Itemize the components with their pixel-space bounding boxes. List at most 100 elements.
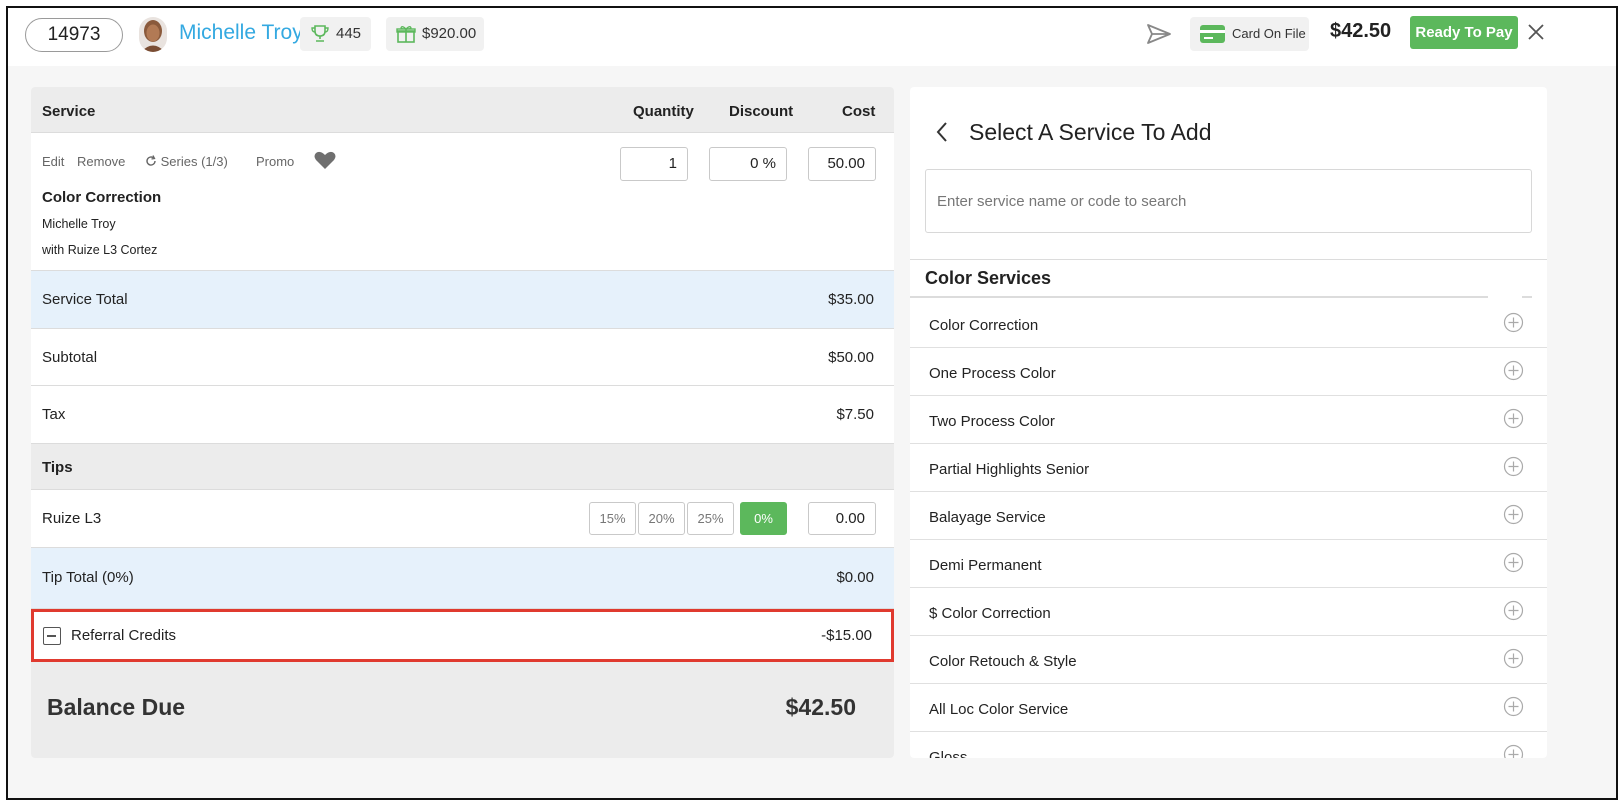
tips-title: Tips [42, 459, 73, 476]
tip-total-row: Tip Total (0%) $0.00 [31, 548, 894, 609]
plus-circle-icon[interactable] [1503, 504, 1524, 525]
tip-total-value: $0.00 [836, 569, 874, 586]
service-staff: with Ruize L3 Cortez [42, 243, 158, 257]
divider [910, 259, 1547, 260]
service-total-label: Service Total [42, 291, 128, 308]
promo-link[interactable]: Promo [256, 154, 294, 169]
client-name[interactable]: Michelle Troy [179, 21, 303, 45]
category-title: Color Services [925, 268, 1052, 288]
service-list-item-label: All Loc Color Service [929, 701, 1069, 718]
card-on-file-label: Card On File [1232, 26, 1306, 41]
divider [910, 296, 1488, 298]
heart-icon[interactable] [314, 150, 336, 170]
service-search-input[interactable] [925, 169, 1532, 233]
chevron-left-icon[interactable] [935, 121, 949, 143]
tax-row: Tax $7.50 [31, 386, 894, 444]
service-total-value: $35.00 [828, 291, 874, 308]
subtotal-label: Subtotal [42, 349, 98, 366]
service-list-item[interactable]: Balayage Service [910, 492, 1547, 540]
service-list-item[interactable]: $ Color Correction [910, 588, 1547, 636]
header-total: $42.50 [1330, 20, 1392, 42]
referral-credits-label: Referral Credits [71, 627, 177, 644]
service-list-item-label: Demi Permanent [929, 557, 1042, 574]
gift-card-badge[interactable]: $920.00 [386, 17, 484, 51]
service-name: Color Correction [42, 189, 162, 206]
plus-circle-icon[interactable] [1503, 552, 1524, 573]
ticket-line-item: Edit Remove Series (1/3) Promo Color Cor… [31, 133, 894, 271]
ticket-number[interactable]: 14973 [25, 18, 123, 52]
top-bar: 14973 Michelle Troy 445 $920.00 Card On … [8, 8, 1616, 66]
subtotal-value: $50.00 [828, 349, 874, 366]
series-label: Series (1/3) [160, 154, 228, 169]
tip-staff-name: Ruize L3 [42, 510, 102, 527]
service-list-item-label: Two Process Color [929, 413, 1055, 430]
service-list-item-label: Gloss [929, 749, 968, 758]
card-on-file-button[interactable]: Card On File [1190, 17, 1309, 51]
discount-input[interactable]: 0 % [709, 147, 787, 181]
plus-circle-icon[interactable] [1503, 600, 1524, 621]
referral-credits-value: -$15.00 [821, 627, 872, 644]
gift-balance-value: $920.00 [422, 25, 477, 42]
service-client: Michelle Troy [42, 217, 116, 231]
plus-circle-icon[interactable] [1503, 744, 1524, 758]
plus-circle-icon[interactable] [1503, 360, 1524, 381]
service-list-item-label: Partial Highlights Senior [929, 461, 1090, 478]
plus-circle-icon[interactable] [1503, 696, 1524, 717]
column-service: Service [42, 103, 96, 120]
tip-total-label: Tip Total (0%) [42, 569, 134, 586]
panel-title: Select A Service To Add [969, 119, 1212, 145]
tip-staff-row: Ruize L3 15% 20% 25% 0% 0.00 [31, 490, 894, 548]
service-list-item[interactable]: Partial Highlights Senior [910, 444, 1547, 492]
service-picker-panel: Select A Service To Add Color Services C… [910, 87, 1547, 758]
gift-icon [396, 26, 416, 43]
service-list-item-label: Color Correction [929, 317, 1039, 334]
plus-circle-icon[interactable] [1503, 312, 1524, 333]
cost-input[interactable]: 50.00 [808, 147, 876, 181]
plus-circle-icon[interactable] [1503, 648, 1524, 669]
tip-0-button[interactable]: 0% [740, 502, 787, 535]
subtotal-row: Subtotal $50.00 [31, 329, 894, 386]
service-list-item[interactable]: Gloss [910, 732, 1547, 758]
loyalty-points-badge[interactable]: 445 [300, 17, 371, 51]
tip-25-button[interactable]: 25% [687, 502, 734, 535]
avatar[interactable] [139, 17, 167, 52]
points-value: 445 [336, 25, 362, 42]
tips-header-row: Tips [31, 444, 894, 490]
referral-credits-row: Referral Credits -$15.00 [31, 609, 894, 662]
column-discount: Discount [729, 103, 794, 120]
service-list-item[interactable]: Color Correction [910, 300, 1547, 348]
service-list-item[interactable]: Demi Permanent [910, 540, 1547, 588]
ticket-panel: Service Quantity Discount Cost Edit Remo… [31, 87, 894, 758]
plus-circle-icon[interactable] [1503, 408, 1524, 429]
ticket-header-row: Service Quantity Discount Cost [31, 87, 894, 133]
series-link[interactable]: Series (1/3) [145, 154, 228, 169]
service-list-item-label: One Process Color [929, 365, 1056, 382]
service-list-item-label: $ Color Correction [929, 605, 1051, 622]
tip-20-button[interactable]: 20% [638, 502, 685, 535]
trophy-icon [311, 25, 329, 42]
tip-amount-input[interactable]: 0.00 [808, 502, 876, 535]
minus-square-icon[interactable] [43, 627, 61, 645]
edit-link[interactable]: Edit [42, 154, 64, 169]
column-cost: Cost [842, 103, 876, 120]
service-list-item[interactable]: One Process Color [910, 348, 1547, 396]
service-list-item-label: Balayage Service [929, 509, 1046, 526]
send-icon[interactable] [1146, 22, 1172, 46]
tax-label: Tax [42, 406, 66, 423]
divider [1522, 296, 1532, 298]
balance-due-label: Balance Due [47, 694, 186, 720]
service-list-item[interactable]: All Loc Color Service [910, 684, 1547, 732]
credit-card-icon [1200, 25, 1225, 43]
tip-15-button[interactable]: 15% [589, 502, 636, 535]
balance-due-row: Balance Due $42.50 [31, 662, 894, 758]
plus-circle-icon[interactable] [1503, 456, 1524, 477]
service-list-item[interactable]: Two Process Color [910, 396, 1547, 444]
column-quantity: Quantity [633, 103, 694, 120]
quantity-input[interactable]: 1 [620, 147, 688, 181]
refresh-icon [146, 155, 156, 166]
balance-due-value: $42.50 [785, 694, 856, 720]
service-list-item[interactable]: Color Retouch & Style [910, 636, 1547, 684]
close-icon[interactable] [1526, 22, 1546, 42]
remove-link[interactable]: Remove [77, 154, 125, 169]
ready-to-pay-button[interactable]: Ready To Pay [1410, 16, 1518, 49]
